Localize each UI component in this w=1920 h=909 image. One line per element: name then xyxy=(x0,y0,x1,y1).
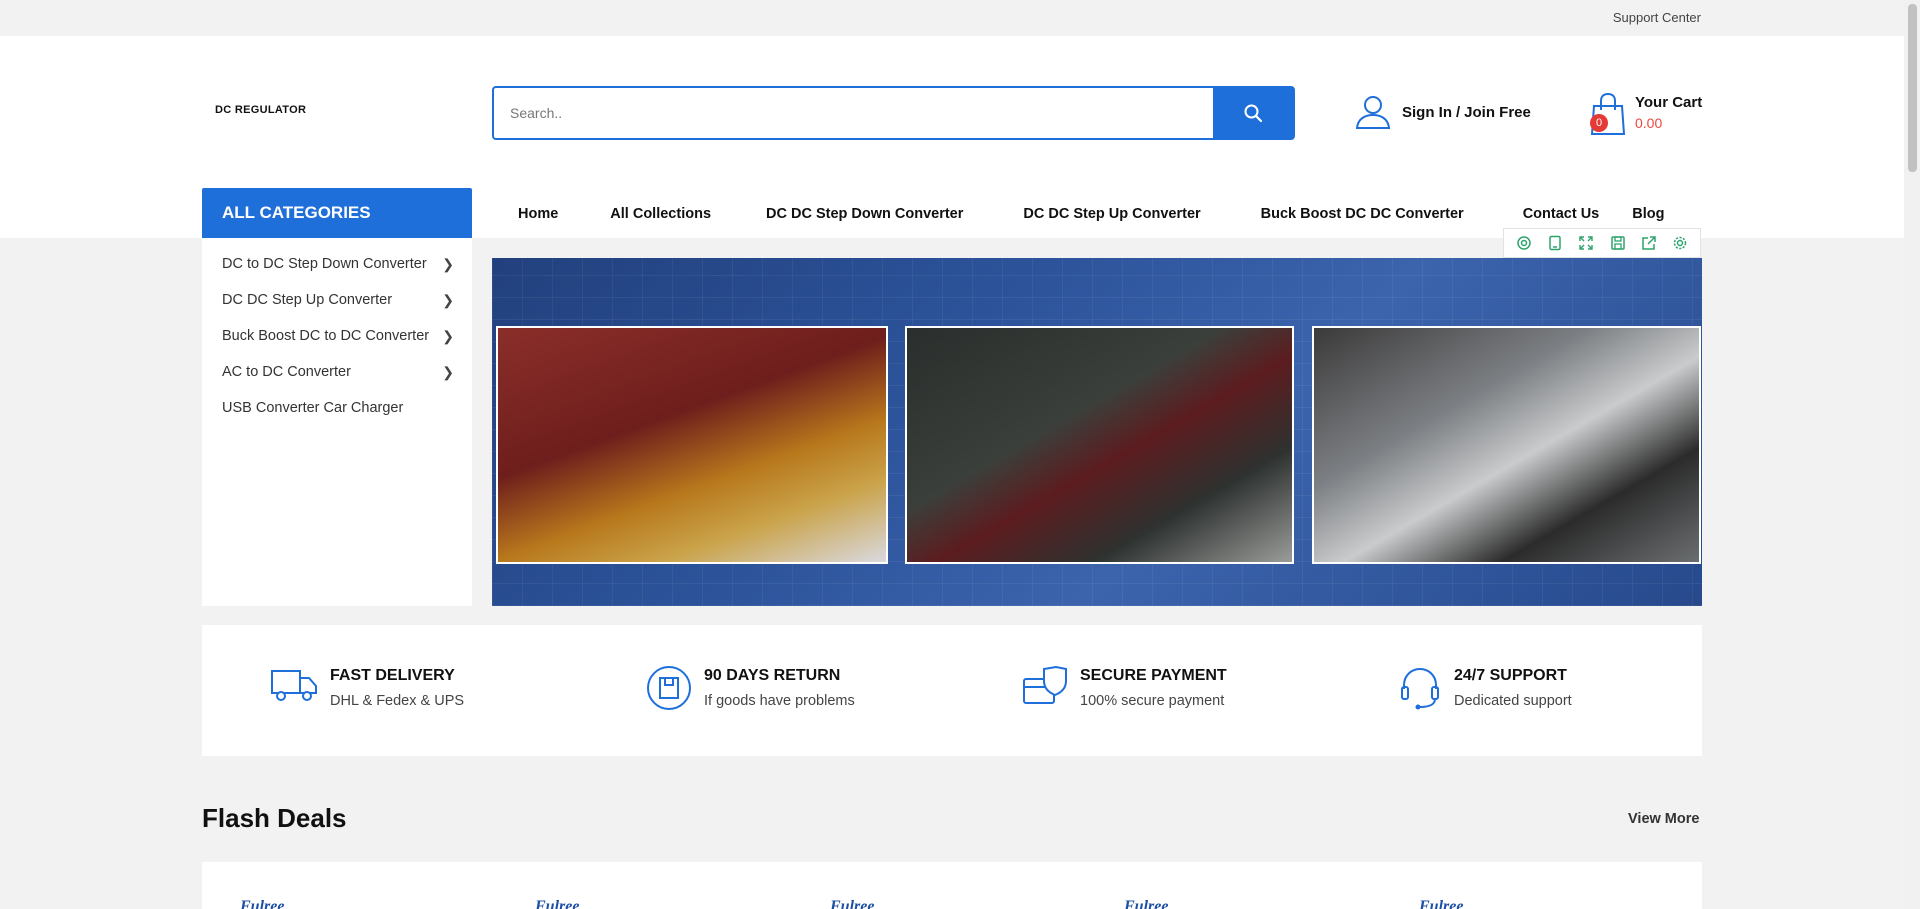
product-brand-logo[interactable]: Fulree xyxy=(830,898,874,909)
chevron-right-icon: ❯ xyxy=(442,327,454,344)
truck-icon xyxy=(271,670,317,701)
category-label: AC to DC Converter xyxy=(222,364,351,380)
view-more-link[interactable]: View More xyxy=(1628,811,1699,827)
all-categories-header[interactable]: ALL CATEGORIES xyxy=(202,188,472,238)
feature-subtitle: 100% secure payment xyxy=(1080,693,1225,709)
feature-text: 90 DAYS RETURN If goods have problems xyxy=(704,665,855,709)
feature-title: 24/7 SUPPORT xyxy=(1454,667,1567,684)
cart-label: Your Cart xyxy=(1635,94,1703,111)
feature-text: SECURE PAYMENT 100% secure payment xyxy=(1080,665,1227,709)
feature-subtitle: Dedicated support xyxy=(1454,693,1572,709)
feature-text: 24/7 SUPPORT Dedicated support xyxy=(1454,665,1572,709)
nav-buck-boost[interactable]: Buck Boost DC DC Converter xyxy=(1261,206,1464,222)
sign-in-link[interactable]: Sign In xyxy=(1402,104,1452,121)
support-center-link[interactable]: Support Center xyxy=(1613,10,1701,25)
banner-toolbar xyxy=(1503,228,1701,258)
flash-deals-title: Flash Deals xyxy=(202,803,347,833)
feature-text: FAST DELIVERY DHL & Fedex & UPS xyxy=(330,665,464,709)
nav-step-up[interactable]: DC DC Step Up Converter xyxy=(1023,206,1200,222)
features-strip: FAST DELIVERY DHL & Fedex & UPS 90 DAYS R… xyxy=(202,625,1702,756)
save-icon[interactable] xyxy=(1609,234,1627,252)
nav-step-down[interactable]: DC DC Step Down Converter xyxy=(766,206,963,222)
feature-delivery: FAST DELIVERY DHL & Fedex & UPS xyxy=(270,665,464,709)
feature-subtitle: If goods have problems xyxy=(704,693,855,709)
nav-home[interactable]: Home xyxy=(518,206,558,222)
feature-subtitle: DHL & Fedex & UPS xyxy=(330,693,465,709)
nav-contact-us[interactable]: Contact Us xyxy=(1523,206,1600,222)
product-brand-logo[interactable]: Fulree xyxy=(240,898,284,909)
search-icon xyxy=(1244,104,1263,123)
user-icon xyxy=(1355,96,1391,129)
chevron-right-icon: ❯ xyxy=(442,363,454,380)
category-label: Buck Boost DC to DC Converter xyxy=(222,328,430,344)
category-label: USB Converter Car Charger xyxy=(222,400,404,416)
product-brand-logo[interactable]: Fulree xyxy=(1124,898,1168,909)
return-box-icon xyxy=(647,666,691,710)
banner-photo-wiring xyxy=(905,326,1294,564)
flash-deals-row: Fulree Fulree Fulree Fulree Fulree xyxy=(202,862,1702,909)
category-label: DC to DC Step Down Converter xyxy=(222,256,427,272)
banner-photo-assembly xyxy=(1312,326,1701,564)
nav-all-collections[interactable]: All Collections xyxy=(610,206,711,222)
category-label: DC DC Step Up Converter xyxy=(222,292,393,308)
cart[interactable]: 0 Your Cart 0.00 xyxy=(1590,92,1702,140)
expand-icon[interactable] xyxy=(1577,234,1595,252)
account-text: Sign In / Join Free xyxy=(1402,104,1531,121)
search-button[interactable] xyxy=(1213,88,1293,138)
feature-title: SECURE PAYMENT xyxy=(1080,667,1227,684)
product-brand-logo[interactable]: Fulree xyxy=(535,898,579,909)
cart-count-badge: 0 xyxy=(1590,114,1608,132)
gear-icon[interactable] xyxy=(1671,234,1689,252)
cart-amount: 0.00 xyxy=(1635,115,1663,131)
chevron-right-icon: ❯ xyxy=(442,291,454,308)
category-list: DC to DC Step Down Converter ❯ DC DC Step… xyxy=(202,238,472,606)
top-bar: Support Center xyxy=(0,0,1904,36)
join-free-link[interactable]: Join Free xyxy=(1464,104,1531,121)
feature-return: 90 DAYS RETURN If goods have problems xyxy=(646,665,855,711)
category-item-ac-dc[interactable]: AC to DC Converter ❯ xyxy=(202,354,472,390)
category-item-step-up[interactable]: DC DC Step Up Converter ❯ xyxy=(202,282,472,318)
chevron-right-icon: ❯ xyxy=(442,255,454,272)
feature-title: FAST DELIVERY xyxy=(330,667,455,684)
page-scrollbar[interactable] xyxy=(1904,0,1920,909)
headset-icon xyxy=(1401,667,1439,710)
feature-title: 90 DAYS RETURN xyxy=(704,667,841,684)
circle-icon[interactable] xyxy=(1515,234,1533,252)
nav-blog[interactable]: Blog xyxy=(1632,206,1664,222)
feature-payment: SECURE PAYMENT 100% secure payment xyxy=(1022,665,1227,709)
hero-banner[interactable] xyxy=(492,258,1702,606)
category-item-step-down[interactable]: DC to DC Step Down Converter ❯ xyxy=(202,246,472,282)
tablet-icon[interactable] xyxy=(1546,234,1564,252)
search-input[interactable] xyxy=(494,88,1213,138)
main-nav: Home All Collections DC DC Step Down Con… xyxy=(492,190,1664,238)
account-separator: / xyxy=(1456,103,1461,121)
scrollbar-thumb[interactable] xyxy=(1908,4,1917,172)
feature-support: 24/7 SUPPORT Dedicated support xyxy=(1398,665,1572,711)
site-logo[interactable]: DC REGULATOR xyxy=(215,104,306,116)
account-area[interactable]: Sign In / Join Free xyxy=(1354,94,1531,130)
category-item-buck-boost[interactable]: Buck Boost DC to DC Converter ❯ xyxy=(202,318,472,354)
share-icon[interactable] xyxy=(1640,234,1658,252)
secure-card-icon xyxy=(1023,665,1067,704)
product-brand-logo[interactable]: Fulree xyxy=(1419,898,1463,909)
banner-photo-soldering xyxy=(496,326,888,564)
search-bar xyxy=(492,86,1295,140)
category-item-usb-charger[interactable]: USB Converter Car Charger xyxy=(202,390,472,426)
